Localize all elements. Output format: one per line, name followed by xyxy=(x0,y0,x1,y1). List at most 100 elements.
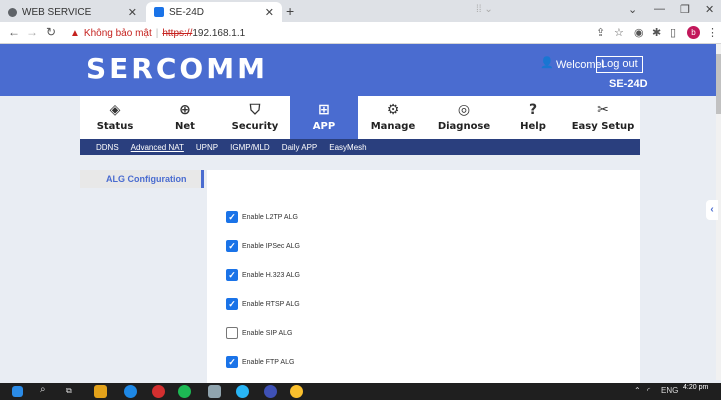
tab-search-icon[interactable]: ⁞⁞ ⌄ xyxy=(476,4,493,15)
globe-icon xyxy=(8,7,17,17)
option-l2tp-alg[interactable]: ✓ Enable L2TP ALG xyxy=(226,210,298,224)
tab-list-icon[interactable]: ⌄ xyxy=(628,3,637,16)
logout-button[interactable]: Log out xyxy=(596,56,643,73)
chevron-up-icon[interactable]: ⌃ xyxy=(634,386,641,395)
gear-icon: ⚙ xyxy=(386,102,400,118)
subnav-upnp[interactable]: UPNP xyxy=(196,143,218,152)
browser-tab-strip: WEB SERVICE ✕ SE-24D ✕ + ⁞⁞ ⌄ ⌄ — ❐ ✕ xyxy=(0,0,721,22)
nav-net[interactable]: ⊕ Net xyxy=(150,96,220,139)
sidepanel-icon[interactable]: ▯ xyxy=(670,26,676,39)
tools-icon: ✂ xyxy=(597,102,609,118)
nav-security[interactable]: ⛉ Security xyxy=(220,96,290,139)
option-label: Enable IPSec ALG xyxy=(242,242,300,250)
warning-icon: ▲ xyxy=(70,27,80,39)
tab-se-24d[interactable]: SE-24D ✕ xyxy=(146,2,282,22)
option-label: Enable L2TP ALG xyxy=(242,213,298,221)
minimize-icon[interactable]: — xyxy=(654,3,665,15)
nav-status[interactable]: ◈ Status xyxy=(80,96,150,139)
close-window-icon[interactable]: ✕ xyxy=(705,3,714,16)
checkbox-unchecked[interactable] xyxy=(226,327,238,339)
language-indicator[interactable]: ENG xyxy=(661,386,678,395)
option-h323-alg[interactable]: ✓ Enable H.323 ALG xyxy=(226,268,300,282)
task-view-icon[interactable]: ⧉ xyxy=(66,386,72,396)
new-tab-button[interactable]: + xyxy=(286,3,294,19)
globe-icon: ⊕ xyxy=(179,102,191,118)
chrome-icon[interactable] xyxy=(290,385,303,398)
puzzle-icon[interactable]: ✱ xyxy=(652,26,661,39)
router-favicon xyxy=(154,7,164,17)
help-icon: ? xyxy=(528,102,538,118)
profile-avatar[interactable]: b xyxy=(687,26,700,39)
option-ipsec-alg[interactable]: ✓ Enable IPSec ALG xyxy=(226,239,300,253)
forward-icon[interactable]: → xyxy=(26,25,38,39)
menu-icon[interactable]: ⋮ xyxy=(707,26,718,39)
option-label: Enable FTP ALG xyxy=(242,358,295,366)
sub-nav: DDNS Advanced NAT UPNP IGMP/MLD Daily AP… xyxy=(80,139,640,155)
nav-diagnose[interactable]: ◎ Diagnose xyxy=(428,96,500,139)
option-label: Enable H.323 ALG xyxy=(242,271,300,279)
subnav-daily-app[interactable]: Daily APP xyxy=(282,143,318,152)
checkbox-checked[interactable]: ✓ xyxy=(226,211,238,223)
tab-web-service[interactable]: WEB SERVICE ✕ xyxy=(0,2,145,22)
viber-icon[interactable] xyxy=(264,385,277,398)
back-icon[interactable]: ← xyxy=(8,25,20,39)
sidebar-item-alg-configuration[interactable]: ALG Configuration xyxy=(80,170,204,188)
security-warning[interactable]: Không bảo mật xyxy=(84,28,152,39)
app-icon[interactable] xyxy=(208,385,221,398)
main-nav: ◈ Status ⊕ Net ⛉ Security ⊞ APP ⚙ Manage… xyxy=(80,96,640,139)
reload-icon[interactable]: ↻ xyxy=(46,25,56,39)
windows-taskbar: ⌕ ⧉ ⌃ ◜ ENG 4:20 pm xyxy=(0,383,721,400)
system-clock[interactable]: 4:20 pm xyxy=(683,384,708,392)
chevron-left-icon[interactable]: ‹ xyxy=(706,200,718,220)
diagnose-icon: ◎ xyxy=(457,102,471,118)
spotify-icon[interactable] xyxy=(178,385,191,398)
address-bar: ← → ↻ ▲ Không bảo mật | https:// 192.168… xyxy=(0,22,721,44)
search-icon[interactable]: ⌕ xyxy=(40,384,46,395)
user-icon: 👤 xyxy=(540,57,554,69)
nav-manage[interactable]: ⚙ Manage xyxy=(358,96,428,139)
nav-label: Help xyxy=(520,121,546,132)
bookmark-star-icon[interactable]: ☆ xyxy=(614,26,624,39)
option-label: Enable RTSP ALG xyxy=(242,300,300,308)
option-ftp-alg[interactable]: ✓ Enable FTP ALG xyxy=(226,355,294,369)
url-field[interactable]: ▲ Không bảo mật | https:// 192.168.1.1 xyxy=(70,25,245,41)
option-sip-alg[interactable]: Enable SIP ALG xyxy=(226,326,292,340)
nav-easy-setup[interactable]: ✂ Easy Setup xyxy=(566,96,640,139)
nav-label: Manage xyxy=(370,121,416,132)
divider: | xyxy=(155,27,159,39)
close-tab-icon[interactable]: ✕ xyxy=(265,6,274,19)
edge-icon[interactable] xyxy=(124,385,137,398)
checkbox-checked[interactable]: ✓ xyxy=(226,298,238,310)
close-tab-icon[interactable]: ✕ xyxy=(128,6,137,19)
share-icon[interactable]: ⇪ xyxy=(596,26,605,39)
subnav-ddns[interactable]: DDNS xyxy=(96,143,119,152)
extension-icon[interactable]: ◉ xyxy=(634,26,644,39)
url-host: 192.168.1.1 xyxy=(192,27,246,39)
apps-grid-icon: ⊞ xyxy=(318,102,330,118)
scrollbar-thumb[interactable] xyxy=(716,54,721,114)
windows-start-icon[interactable] xyxy=(12,386,23,397)
subnav-igmp-mld[interactable]: IGMP/MLD xyxy=(230,143,270,152)
nav-help[interactable]: ? Help xyxy=(500,96,566,139)
file-explorer-icon[interactable] xyxy=(94,385,107,398)
subnav-advanced-nat[interactable]: Advanced NAT xyxy=(131,143,184,152)
tab-title: SE-24D xyxy=(169,6,205,18)
restore-icon[interactable]: ❐ xyxy=(680,3,690,16)
model-name: SE-24D xyxy=(609,78,648,90)
subnav-easymesh[interactable]: EasyMesh xyxy=(329,143,366,152)
network-icon[interactable]: ◜ xyxy=(647,386,650,395)
option-label: Enable SIP ALG xyxy=(242,329,293,337)
checkbox-checked[interactable]: ✓ xyxy=(226,240,238,252)
nav-label: APP xyxy=(312,121,336,132)
nav-label: Easy Setup xyxy=(571,121,635,132)
telegram-icon[interactable] xyxy=(236,385,249,398)
nav-label: Security xyxy=(231,121,279,132)
router-header: SERCOMM 👤 Welcome! Log out SE-24D xyxy=(0,44,716,96)
nav-label: Diagnose xyxy=(437,121,491,132)
checkbox-checked[interactable]: ✓ xyxy=(226,269,238,281)
nav-app[interactable]: ⊞ APP xyxy=(290,96,358,139)
opera-icon[interactable] xyxy=(152,385,165,398)
checkbox-checked[interactable]: ✓ xyxy=(226,356,238,368)
url-scheme: https:// xyxy=(162,27,193,39)
option-rtsp-alg[interactable]: ✓ Enable RTSP ALG xyxy=(226,297,300,311)
